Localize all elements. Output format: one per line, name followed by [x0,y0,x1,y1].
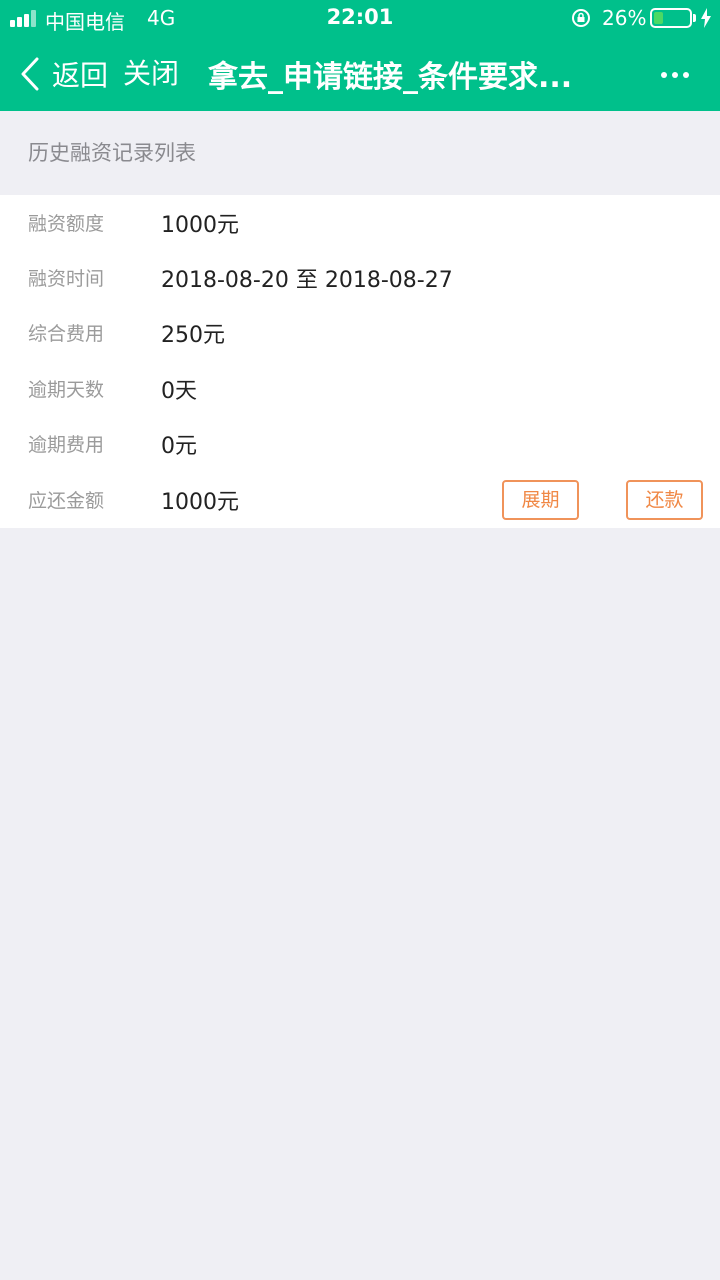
record-row-amount: 融资额度 1000元 [0,195,720,251]
row-label: 应还金额 [28,490,105,512]
row-label: 综合费用 [28,323,105,345]
row-label: 逾期天数 [28,379,105,401]
battery-level-fill [654,12,663,24]
battery-percent: 26% [602,6,647,30]
battery-cap [693,14,696,22]
more-icon[interactable] [655,60,695,88]
row-label: 融资额度 [28,213,105,235]
back-button[interactable]: 返回 [20,54,108,94]
navigation-bar: 返回 关闭 拿去_申请链接_条件要求... [0,36,720,111]
record-row-period: 融资时间 2018-08-20 至 2018-08-27 [0,250,720,306]
row-label: 融资时间 [28,268,105,290]
repay-button[interactable]: 还款 [626,480,703,520]
row-value: 250元 [161,323,225,348]
close-button[interactable]: 关闭 [123,54,179,94]
row-label: 逾期费用 [28,434,105,456]
section-title: 历史融资记录列表 [28,141,196,165]
back-chevron-icon [21,57,39,91]
extend-button[interactable]: 展期 [502,480,579,520]
record-row-overdue-days: 逾期天数 0天 [0,361,720,417]
financing-record-card: 融资额度 1000元 融资时间 2018-08-20 至 2018-08-27 … [0,195,720,528]
battery-icon [650,8,692,28]
row-value: 0元 [161,434,197,459]
record-row-due-amount: 应还金额 1000元 [0,472,720,528]
row-value: 0天 [161,379,197,404]
row-value: 2018-08-20 至 2018-08-27 [161,268,453,293]
row-value: 1000元 [161,490,239,515]
row-value: 1000元 [161,213,239,238]
app-header: 中国电信 4G 22:01 26% 返回 关闭 拿去_申请链接_条件要求... [0,0,720,111]
back-label: 返回 [52,59,109,92]
record-row-fee: 综合费用 250元 [0,305,720,361]
rotation-lock-icon [572,9,590,27]
charging-icon [701,8,711,28]
record-row-overdue-fee: 逾期费用 0元 [0,416,720,472]
status-bar: 中国电信 4G 22:01 26% [0,0,720,36]
page-title: 拿去_申请链接_条件要求... [208,60,573,95]
